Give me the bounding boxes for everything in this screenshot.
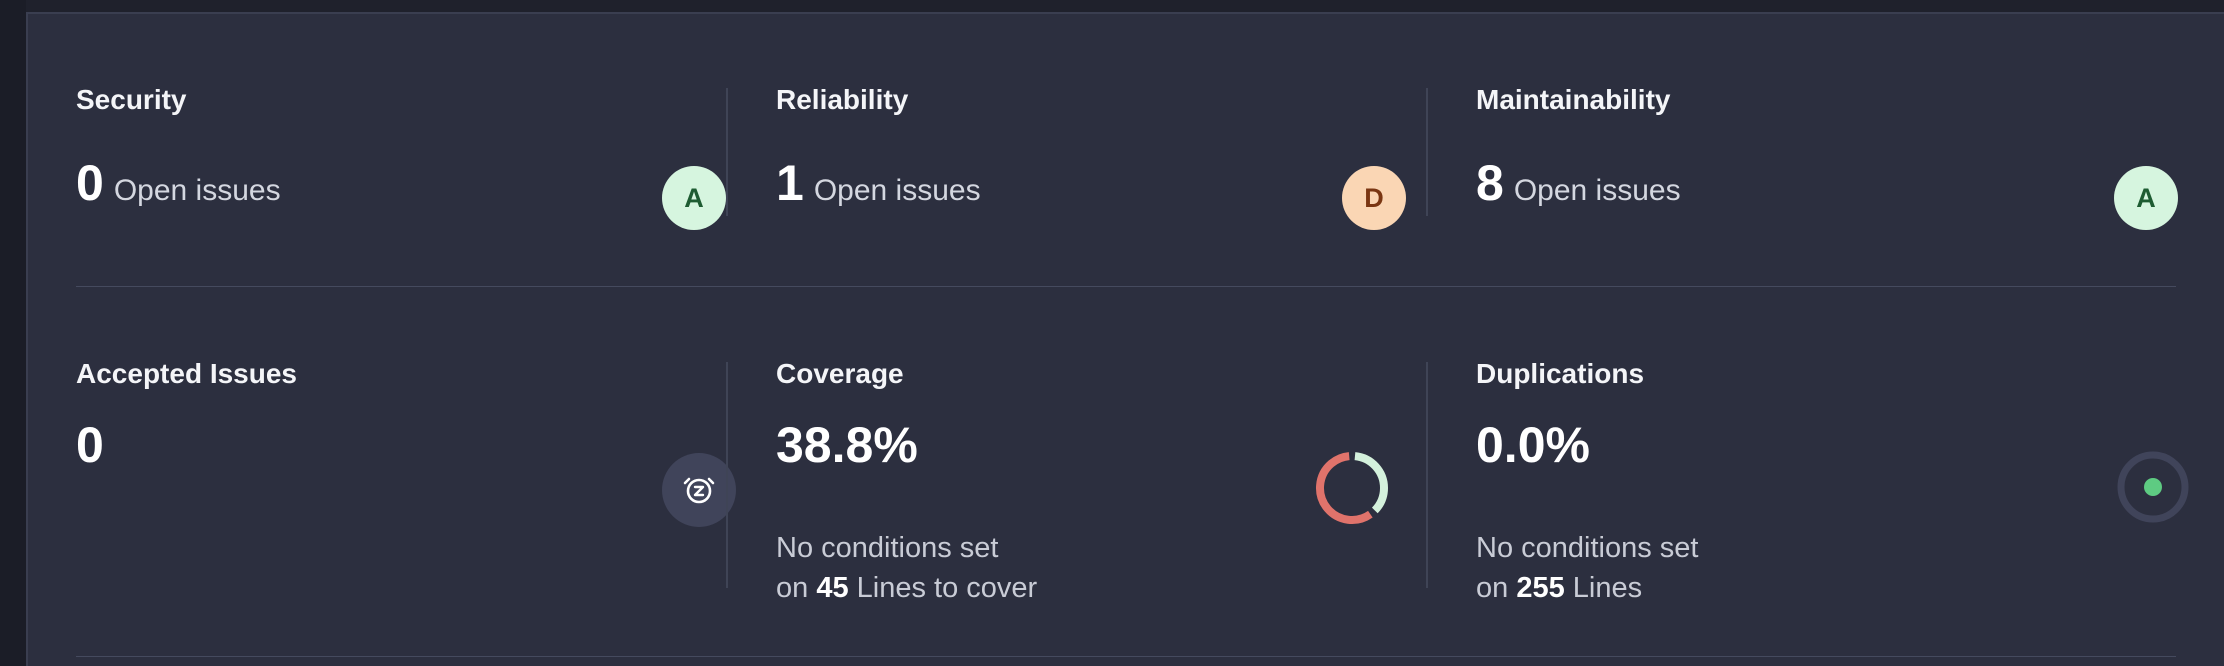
reliability-issues-label: Open issues xyxy=(813,174,981,207)
security-issues-count[interactable]: 0 xyxy=(76,154,104,212)
security-metric[interactable]: 0 Open issues xyxy=(76,154,281,212)
security-issues-label: Open issues xyxy=(113,174,281,207)
duplications-value[interactable]: 0.0% xyxy=(1476,416,1590,474)
column-divider xyxy=(726,362,728,588)
column-divider xyxy=(1426,362,1428,588)
coverage-conditions-text: No conditions set on 45 Lines to cover xyxy=(776,528,1037,608)
duplications-lines-prefix: on xyxy=(1476,572,1509,604)
maintainability-metric[interactable]: 8 Open issues xyxy=(1476,154,1681,212)
coverage-lines-prefix: on xyxy=(776,572,809,604)
coverage-lines-count[interactable]: 45 xyxy=(816,572,848,604)
coverage-lines-suffix: Lines to cover xyxy=(856,572,1038,604)
reliability-metric[interactable]: 1 Open issues xyxy=(776,154,981,212)
security-rating-badge[interactable]: A xyxy=(662,166,726,230)
row-divider xyxy=(76,656,2176,657)
duplications-card[interactable]: Duplications 0.0% No conditions set on 2… xyxy=(1476,358,2189,608)
duplications-title[interactable]: Duplications xyxy=(1476,358,1644,390)
reliability-title[interactable]: Reliability xyxy=(776,84,908,116)
security-card[interactable]: Security 0 Open issues A xyxy=(76,84,726,230)
accepted-issues-count[interactable]: 0 xyxy=(76,416,104,474)
maintainability-card[interactable]: Maintainability 8 Open issues A xyxy=(1476,84,2178,230)
coverage-donut-icon xyxy=(1312,448,1392,533)
row-divider xyxy=(76,286,2176,287)
coverage-card[interactable]: Coverage 38.8% No conditions set on 45 L… xyxy=(776,358,1426,608)
duplications-conditions-text: No conditions set on 255 Lines xyxy=(1476,528,1698,608)
project-measures-panel: Security 0 Open issues A Reliability 1 O… xyxy=(26,12,2224,666)
maintainability-title[interactable]: Maintainability xyxy=(1476,84,1670,116)
reliability-issues-count[interactable]: 1 xyxy=(776,154,804,212)
column-divider xyxy=(1426,88,1428,216)
coverage-value[interactable]: 38.8% xyxy=(776,416,918,474)
duplications-conditions-line: No conditions set xyxy=(1476,532,1699,564)
coverage-conditions-line: No conditions set xyxy=(776,532,999,564)
security-title[interactable]: Security xyxy=(76,84,187,116)
maintainability-rating-badge[interactable]: A xyxy=(2114,166,2178,230)
duplications-lines-suffix: Lines xyxy=(1572,572,1643,604)
duplications-lines-count[interactable]: 255 xyxy=(1516,572,1564,604)
snooze-clock-icon xyxy=(662,453,736,532)
reliability-rating-badge[interactable]: D xyxy=(1342,166,1406,230)
coverage-lines-line: on 45 Lines to cover xyxy=(776,568,1037,608)
accepted-issues-card[interactable]: Accepted Issues 0 xyxy=(76,358,736,608)
accepted-issues-title[interactable]: Accepted Issues xyxy=(76,358,297,390)
coverage-title[interactable]: Coverage xyxy=(776,358,904,390)
duplications-indicator-icon xyxy=(2116,450,2190,529)
duplications-lines-line: on 255 Lines xyxy=(1476,568,1698,608)
maintainability-issues-label: Open issues xyxy=(1513,174,1681,207)
reliability-card[interactable]: Reliability 1 Open issues D xyxy=(776,84,1426,230)
maintainability-issues-count[interactable]: 8 xyxy=(1476,154,1504,212)
column-divider xyxy=(726,88,728,216)
left-sidebar-edge xyxy=(0,0,26,666)
